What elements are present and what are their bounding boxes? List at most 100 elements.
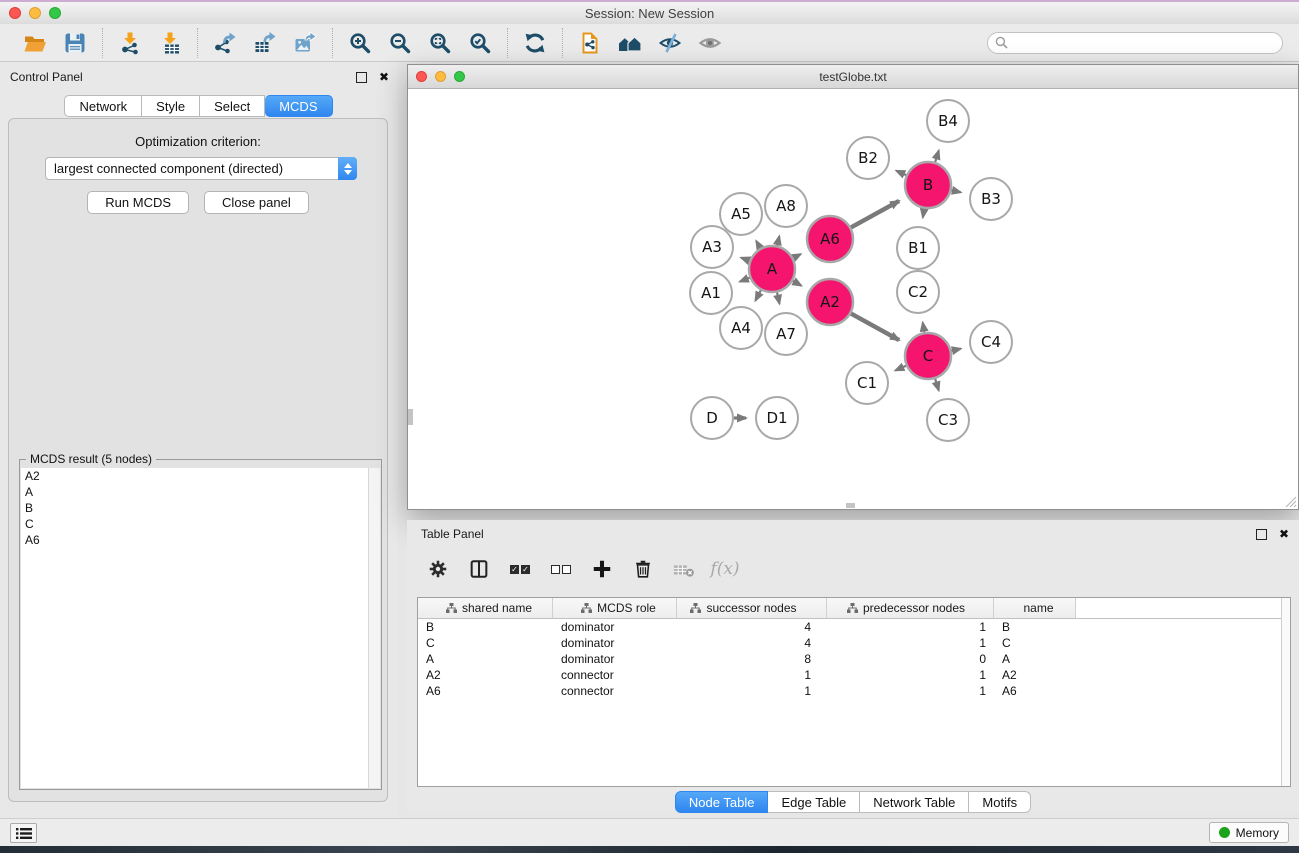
graph-edge-B-B3[interactable] xyxy=(951,190,960,192)
import-network-button[interactable] xyxy=(116,29,144,57)
close-panel-icon[interactable]: ✖ xyxy=(379,72,389,83)
delete-table-button[interactable] xyxy=(671,556,697,582)
select-all-checks-button[interactable]: ✓✓ xyxy=(507,556,533,582)
mcds-result-item[interactable]: B xyxy=(21,500,368,516)
graph-node-A5[interactable]: A5 xyxy=(720,193,762,235)
graph-edge-C-C3[interactable] xyxy=(935,379,939,391)
mcds-result-item[interactable]: A xyxy=(21,484,368,500)
graph-node-C1[interactable]: C1 xyxy=(846,362,888,404)
graph-node-D[interactable]: D xyxy=(691,397,733,439)
mcds-result-item[interactable]: A2 xyxy=(21,468,368,484)
graph-node-A4[interactable]: A4 xyxy=(720,307,762,349)
add-column-button[interactable] xyxy=(589,556,615,582)
delete-column-button[interactable] xyxy=(630,556,656,582)
graph-node-A1[interactable]: A1 xyxy=(690,272,732,314)
toggle-column-button[interactable] xyxy=(466,556,492,582)
graph-node-B[interactable]: B xyxy=(905,162,951,208)
graph-edge-C-C2[interactable] xyxy=(923,323,925,333)
apply-function-button[interactable]: f(x) xyxy=(712,556,738,582)
graph-node-A7[interactable]: A7 xyxy=(765,313,807,355)
graph-node-C4[interactable]: C4 xyxy=(970,321,1012,363)
graph-edge-B-B4[interactable] xyxy=(935,151,939,163)
column-header-shared-name[interactable]: shared name xyxy=(418,598,553,618)
graph-edge-B-B2[interactable] xyxy=(896,171,906,175)
import-table-button[interactable] xyxy=(156,29,184,57)
network-graph[interactable]: B4B2BB3B1A6A5A8A3AA1A4A7A2C2CC4C1C3DD1 xyxy=(408,89,1298,509)
vertical-scrollbar-thumb[interactable] xyxy=(408,409,413,425)
graph-edge-A-A4[interactable] xyxy=(755,290,760,300)
graph-edge-B-B1[interactable] xyxy=(923,209,924,218)
graph-node-B3[interactable]: B3 xyxy=(970,178,1012,220)
graph-node-A3[interactable]: A3 xyxy=(691,226,733,268)
mcds-result-item[interactable]: C xyxy=(21,516,368,532)
clone-network-button[interactable] xyxy=(576,29,604,57)
graph-node-B2[interactable]: B2 xyxy=(847,137,889,179)
table-row[interactable]: Bdominator41B xyxy=(418,619,1290,635)
column-header-name[interactable]: name xyxy=(994,598,1076,618)
table-row[interactable]: A6connector11A6 xyxy=(418,683,1290,699)
network-canvas[interactable]: B4B2BB3B1A6A5A8A3AA1A4A7A2C2CC4C1C3DD1 xyxy=(408,89,1298,509)
mcds-result-item[interactable]: A6 xyxy=(21,532,368,548)
search-input[interactable] xyxy=(1013,36,1273,50)
table-row[interactable]: A2connector11A2 xyxy=(418,667,1290,683)
close-panel-button[interactable]: Close panel xyxy=(204,191,309,214)
memory-button[interactable]: Memory xyxy=(1209,822,1289,843)
float-panel-icon[interactable] xyxy=(356,72,367,83)
graph-edge-A6-B[interactable] xyxy=(851,201,899,227)
tab-edge-table[interactable]: Edge Table xyxy=(768,791,860,813)
tab-mcds[interactable]: MCDS xyxy=(265,95,332,117)
table-float-panel-icon[interactable] xyxy=(1256,529,1267,540)
graph-edge-A-A6[interactable] xyxy=(793,254,800,258)
column-header-mcds-role[interactable]: MCDS role xyxy=(553,598,677,618)
column-header-successor-nodes[interactable]: successor nodes xyxy=(677,598,827,618)
export-network-button[interactable] xyxy=(211,29,239,57)
eye-button[interactable] xyxy=(696,29,724,57)
result-scrollbar[interactable] xyxy=(368,468,380,788)
graph-node-C2[interactable]: C2 xyxy=(897,271,939,313)
search-field[interactable] xyxy=(987,32,1283,54)
zoom-in-button[interactable] xyxy=(346,29,374,57)
table-settings-button[interactable] xyxy=(425,556,451,582)
table-row[interactable]: Adominator80A xyxy=(418,651,1290,667)
zoom-selected-button[interactable] xyxy=(466,29,494,57)
tab-network-table[interactable]: Network Table xyxy=(860,791,969,813)
tab-motifs[interactable]: Motifs xyxy=(969,791,1031,813)
network-window-titlebar[interactable]: testGlobe.txt xyxy=(408,65,1298,89)
table-scrollbar[interactable] xyxy=(1281,598,1290,786)
graph-edge-A-A5[interactable] xyxy=(756,241,760,248)
graph-node-B4[interactable]: B4 xyxy=(927,100,969,142)
table-row[interactable]: Cdominator41C xyxy=(418,635,1290,651)
save-session-button[interactable] xyxy=(61,29,89,57)
graph-node-D1[interactable]: D1 xyxy=(756,397,798,439)
graph-node-A6[interactable]: A6 xyxy=(807,216,853,262)
graph-edge-A-A2[interactable] xyxy=(793,281,801,286)
graph-edge-A-A3[interactable] xyxy=(741,258,749,261)
graph-edge-C-C1[interactable] xyxy=(895,366,906,371)
graph-edge-C-C4[interactable] xyxy=(951,349,960,351)
refresh-button[interactable] xyxy=(521,29,549,57)
graph-node-A8[interactable]: A8 xyxy=(765,185,807,227)
graph-node-C[interactable]: C xyxy=(905,333,951,379)
graph-node-A2[interactable]: A2 xyxy=(807,279,853,325)
graph-edge-A2-C[interactable] xyxy=(851,314,899,340)
tab-select[interactable]: Select xyxy=(200,95,265,117)
graph-edge-A-A1[interactable] xyxy=(740,278,750,282)
graph-node-C3[interactable]: C3 xyxy=(927,399,969,441)
task-history-button[interactable] xyxy=(10,823,37,843)
resize-grip-icon[interactable] xyxy=(1284,495,1297,508)
zoom-out-button[interactable] xyxy=(386,29,414,57)
tab-style[interactable]: Style xyxy=(142,95,200,117)
graph-edge-A-A8[interactable] xyxy=(777,236,779,245)
tab-network[interactable]: Network xyxy=(64,95,142,117)
horizontal-scrollbar-thumb[interactable] xyxy=(846,503,855,508)
graph-node-A[interactable]: A xyxy=(749,246,795,292)
houses-button[interactable] xyxy=(616,29,644,57)
open-session-button[interactable] xyxy=(21,29,49,57)
zoom-fit-button[interactable] xyxy=(426,29,454,57)
graph-edge-A-A7[interactable] xyxy=(777,292,779,303)
tab-node-table[interactable]: Node Table xyxy=(675,791,769,813)
table-close-panel-icon[interactable]: ✖ xyxy=(1279,529,1289,540)
export-table-button[interactable] xyxy=(251,29,279,57)
column-header-predecessor-nodes[interactable]: predecessor nodes xyxy=(827,598,994,618)
criterion-dropdown[interactable]: largest connected component (directed) xyxy=(45,157,357,180)
